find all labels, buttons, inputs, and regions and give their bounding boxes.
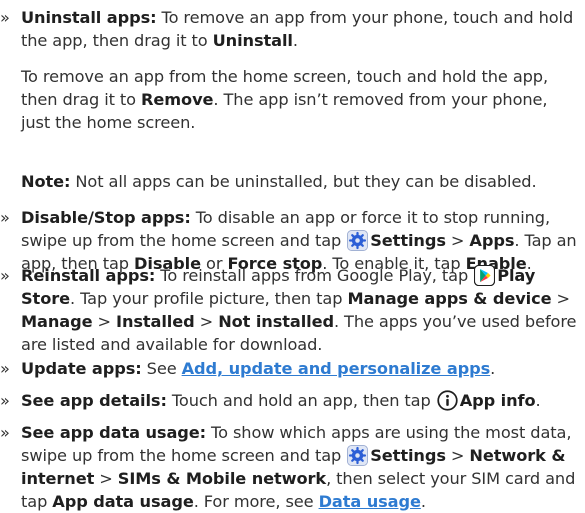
bullet-marker: »	[0, 266, 10, 285]
text: . Tap your profile picture, then tap	[69, 289, 348, 308]
bold-apps: Apps	[469, 231, 515, 250]
info-circle-icon	[437, 390, 458, 411]
bullet-marker: »	[0, 423, 10, 442]
term-reinstall-apps: Reinstall apps:	[21, 266, 156, 285]
text: .	[292, 31, 298, 50]
list-item-reinstall-apps: Reinstall apps: To reinstall apps from G…	[21, 264, 581, 356]
text: >	[94, 469, 118, 488]
term-update-apps: Update apps:	[21, 359, 142, 378]
link-data-usage[interactable]: Data usage	[319, 492, 421, 511]
bold-app-data-usage: App data usage	[52, 492, 194, 511]
settings-gear-icon	[347, 445, 369, 466]
text: .	[420, 492, 426, 511]
text: See	[141, 359, 182, 378]
text: Touch and hold an app, then tap	[166, 391, 436, 410]
text: >	[92, 312, 117, 331]
term-see-app-data-usage: See app data usage:	[21, 423, 207, 442]
term-uninstall-apps: Uninstall apps:	[21, 8, 157, 27]
bold-app-info: App info	[459, 391, 536, 410]
bullet-marker: »	[0, 391, 10, 410]
term-see-app-details: See app details:	[21, 391, 167, 410]
text: >	[445, 231, 470, 250]
list-item-uninstall-apps: Uninstall apps: To remove an app from yo…	[21, 6, 581, 52]
bold-uninstall: Uninstall	[212, 31, 293, 50]
bullet-marker: »	[0, 8, 10, 27]
link-add-update-personalize-apps[interactable]: Add, update and personalize apps	[182, 359, 491, 378]
text: >	[445, 446, 470, 465]
bold-not-installed: Not installed	[218, 312, 334, 331]
settings-gear-icon	[347, 230, 369, 251]
list-item-update-apps: Update apps: See Add, update and persona…	[21, 357, 581, 380]
bold-settings: Settings	[370, 446, 446, 465]
text: >	[551, 289, 571, 308]
text: . For more, see	[193, 492, 319, 511]
bold-manage: Manage	[21, 312, 93, 331]
text: Not all apps can be uninstalled, but the…	[70, 172, 537, 191]
text: >	[194, 312, 219, 331]
document-page: » Uninstall apps: To remove an app from …	[0, 0, 585, 513]
bullet-marker: »	[0, 208, 10, 227]
paragraph-remove-from-home: To remove an app from the home screen, t…	[21, 65, 581, 134]
note-label: Note:	[21, 172, 71, 191]
bullet-marker: »	[0, 359, 10, 378]
bold-remove: Remove	[141, 90, 214, 109]
play-store-icon	[474, 265, 496, 286]
text: .	[490, 359, 496, 378]
bold-settings: Settings	[370, 231, 446, 250]
bold-sims-mobile-network: SIMs & Mobile network	[117, 469, 327, 488]
term-disable-stop-apps: Disable/Stop apps:	[21, 208, 191, 227]
text: .	[535, 391, 541, 410]
list-item-app-details: See app details: Touch and hold an app, …	[21, 389, 581, 412]
list-item-app-data-usage: See app data usage: To show which apps a…	[21, 421, 581, 513]
text: To reinstall apps from Google Play, tap	[155, 266, 474, 285]
bold-installed: Installed	[116, 312, 195, 331]
paragraph-note: Note: Not all apps can be uninstalled, b…	[21, 170, 581, 193]
bold-manage-apps-device: Manage apps & device	[347, 289, 552, 308]
